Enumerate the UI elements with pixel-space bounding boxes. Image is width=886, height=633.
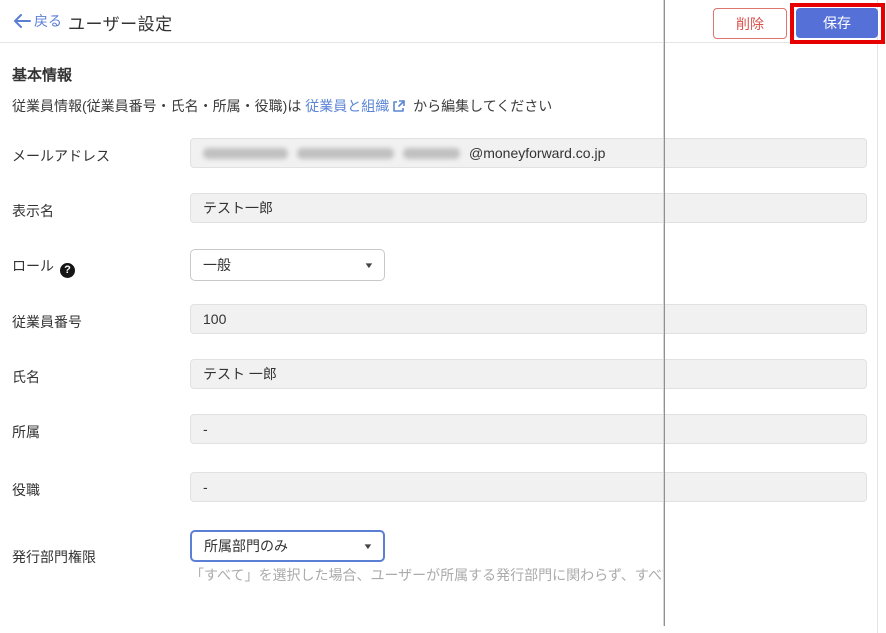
issuing-permission-label: 発行部門権限 <box>12 549 96 565</box>
department-field: - <box>190 414 867 444</box>
employees-and-org-link[interactable]: 従業員と組織 <box>305 98 389 114</box>
section-heading: 基本情報 <box>12 67 73 84</box>
chevron-down-icon: ▼ <box>362 541 374 551</box>
issuing-permission-select[interactable]: 所属部門のみ ▼ <box>190 530 385 562</box>
save-button[interactable]: 保存 <box>796 8 878 38</box>
full-name-value: テスト 一郎 <box>203 366 277 382</box>
email-domain: @moneyforward.co.jp <box>469 145 606 161</box>
department-value: - <box>203 421 208 437</box>
redacted-text-block <box>403 147 460 159</box>
redacted-text-block <box>203 147 288 159</box>
position-label: 役職 <box>12 482 40 498</box>
department-label: 所属 <box>12 424 40 440</box>
role-help-icon[interactable]: ? <box>60 263 75 278</box>
note-suffix: から編集してください <box>409 98 553 114</box>
full-name-label: 氏名 <box>12 369 40 385</box>
role-label: ロール? <box>12 256 75 278</box>
email-field: @moneyforward.co.jp <box>190 138 867 168</box>
role-label-text: ロール <box>12 258 54 274</box>
back-link[interactable]: 戻る <box>13 11 62 31</box>
user-settings-page: 戻る ユーザー設定 削除 保存 基本情報 従業員情報(従業員番号・氏名・所属・役… <box>0 0 886 633</box>
employee-number-value: 100 <box>203 311 227 327</box>
chevron-down-icon: ▼ <box>363 260 375 270</box>
redacted-text-block <box>297 147 394 159</box>
position-value: - <box>203 479 208 495</box>
email-label: メールアドレス <box>12 148 110 164</box>
full-name-field: テスト 一郎 <box>190 359 867 389</box>
back-label: 戻る <box>34 13 62 29</box>
back-arrow-icon <box>13 14 31 28</box>
page-title: ユーザー設定 <box>68 15 173 34</box>
employee-number-label: 従業員番号 <box>12 314 82 330</box>
position-field: - <box>190 472 867 502</box>
window-divider-line <box>663 0 665 626</box>
issuing-permission-help-text: 「すべて」を選択した場合、ユーザーが所属する発行部門に関わらず、すべての帳票を閲 <box>190 567 664 583</box>
display-name-field: テスト一郎 <box>190 193 867 223</box>
issuing-permission-selected-value: 所属部門のみ <box>204 538 288 554</box>
display-name-value: テスト一郎 <box>203 200 273 216</box>
role-selected-value: 一般 <box>203 257 231 273</box>
role-select[interactable]: 一般 ▼ <box>190 249 385 281</box>
employee-number-field: 100 <box>190 304 867 334</box>
display-name-label: 表示名 <box>12 203 54 219</box>
delete-button[interactable]: 削除 <box>713 8 787 39</box>
note-prefix: 従業員情報(従業員番号・氏名・所属・役職)は <box>12 98 306 114</box>
employee-info-note: 従業員情報(従業員番号・氏名・所属・役職)は 従業員と組織 から編集してください <box>12 96 552 116</box>
external-link-icon[interactable] <box>392 99 406 116</box>
page-header: 戻る ユーザー設定 削除 <box>0 0 886 43</box>
page-right-border <box>877 0 878 633</box>
